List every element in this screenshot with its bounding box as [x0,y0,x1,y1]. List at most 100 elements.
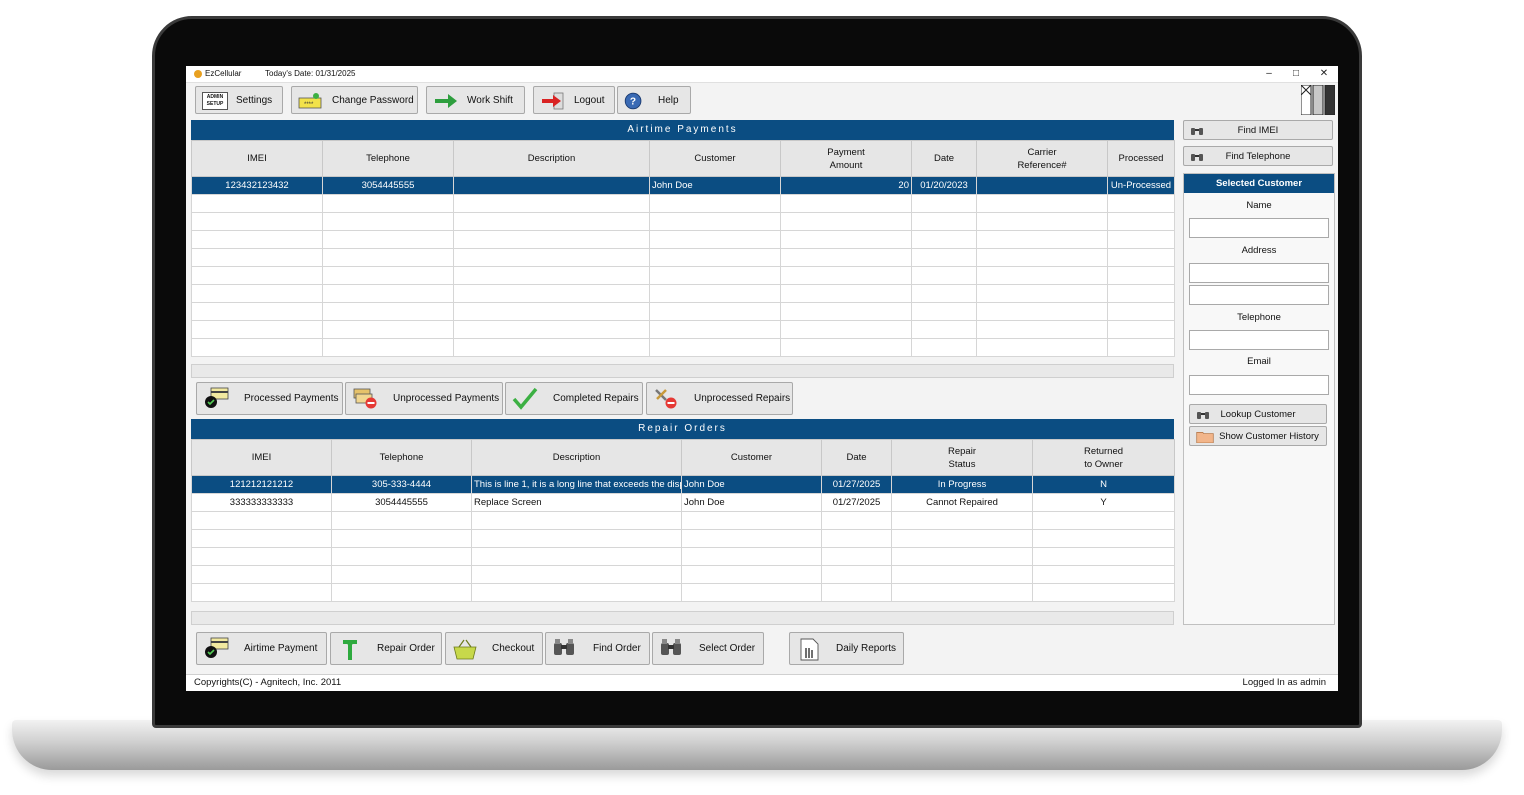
airtime-horizontal-scrollbar[interactable] [191,364,1174,378]
airtime-column-header[interactable]: Telephone [322,140,454,177]
airtime-table-cell [322,248,454,267]
airtime-table-cell [976,194,1108,213]
unprocessed-repairs-button[interactable]: Unprocessed Repairs [646,382,793,415]
find-order-button[interactable]: Find Order [545,632,650,665]
repair-table-cell [1032,529,1175,548]
airtime-table-cell: 01/20/2023 [911,176,977,195]
address-line1-field[interactable] [1189,263,1329,283]
repair-horizontal-scrollbar[interactable] [191,611,1174,625]
repair-table-cell [1032,565,1175,584]
airtime-table-row[interactable] [191,284,1175,303]
airtime-table-row[interactable] [191,302,1175,321]
airtime-table-cell [453,284,650,303]
repair-table-row[interactable] [191,511,1175,530]
airtime-table-cell: Un-Processed [1107,176,1175,195]
airtime-table-row[interactable] [191,212,1175,231]
airtime-table-cell [1107,212,1175,231]
airtime-column-header[interactable]: Description [453,140,650,177]
theme-switch-icon[interactable] [1301,85,1335,115]
repair-table-row[interactable] [191,529,1175,548]
unprocessed-payments-button[interactable]: Unprocessed Payments [345,382,503,415]
find-imei-label: Find IMEI [1237,125,1279,136]
airtime-table-row[interactable] [191,320,1175,339]
shopping-basket-icon [453,639,477,660]
repair-column-header[interactable]: Telephone [331,439,472,476]
airtime-table-cell [780,230,912,249]
logout-button[interactable]: Logout [533,86,615,114]
repair-table-cell: This is line 1, it is a long line that e… [471,475,682,494]
select-order-button[interactable]: Select Order [652,632,764,665]
repair-table-cell [471,529,682,548]
repair-column-header[interactable]: Customer [681,439,822,476]
airtime-table-cell [453,194,650,213]
airtime-table-cell [191,320,323,339]
show-customer-history-button[interactable]: Show Customer History [1189,426,1327,446]
arrow-right-icon [435,94,457,108]
repair-column-header[interactable]: Date [821,439,892,476]
airtime-table-cell [976,248,1108,267]
name-field[interactable] [1189,218,1329,238]
repair-table-cell: 121212121212 [191,475,332,494]
airtime-table-cell [649,284,781,303]
airtime-column-header[interactable]: Carrier Reference# [976,140,1108,177]
airtime-column-header[interactable]: Date [911,140,977,177]
airtime-table-row[interactable] [191,230,1175,249]
airtime-table-cell [191,302,323,321]
work-shift-button[interactable]: Work Shift [426,86,525,114]
airtime-table-row[interactable] [191,338,1175,357]
daily-reports-button[interactable]: Daily Reports [789,632,904,665]
airtime-payment-button[interactable]: Airtime Payment [196,632,327,665]
airtime-table-cell [911,194,977,213]
selected-customer-panel: Selected Customer Name Address Telephone… [1183,173,1335,625]
telephone-field[interactable] [1189,330,1329,350]
settings-button[interactable]: ADMIN SETUP Settings [195,86,283,114]
help-button[interactable]: ? Help [617,86,691,114]
repair-order-button[interactable]: Repair Order [330,632,442,665]
daily-reports-label: Daily Reports [836,643,897,654]
airtime-column-header[interactable]: Processed [1107,140,1175,177]
processed-payments-label: Processed Payments [244,393,339,404]
repair-column-header[interactable]: Repair Status [891,439,1033,476]
repair-table-cell: John Doe [681,493,822,512]
airtime-table-row[interactable]: 123432123432 3054445555 John Doe 20 01/20/20… [191,176,1175,195]
airtime-table-cell [322,212,454,231]
airtime-table-row[interactable] [191,266,1175,285]
repair-table-row[interactable] [191,565,1175,584]
repair-table-row[interactable]: 121212121212 305-333-4444 This is line 1, … [191,475,1175,494]
repair-table-cell [891,547,1033,566]
airtime-table-cell [976,302,1108,321]
repair-orders-header: Repair Orders [191,419,1174,439]
airtime-table-cell [976,266,1108,285]
repair-column-header[interactable]: IMEI [191,439,332,476]
airtime-column-header[interactable]: IMEI [191,140,323,177]
find-telephone-button[interactable]: Find Telephone [1183,146,1333,166]
repair-table-row[interactable]: 333333333333 3054445555 Replace Screen John… [191,493,1175,512]
repair-table-row[interactable] [191,547,1175,566]
airtime-column-header[interactable]: Payment Amount [780,140,912,177]
repair-orders-table: IMEI Telephone Description Customer Date Repa… [191,439,1175,602]
checkout-button[interactable]: Checkout [445,632,543,665]
repair-column-header[interactable]: Description [471,439,682,476]
completed-repairs-button[interactable]: Completed Repairs [505,382,643,415]
email-field[interactable] [1189,375,1329,395]
airtime-table-row[interactable] [191,248,1175,267]
checkmark-icon [512,387,538,410]
airtime-table-cell [911,248,977,267]
address-line2-field[interactable] [1189,285,1329,305]
lookup-customer-button[interactable]: Lookup Customer [1189,404,1327,424]
card-check-icon [205,637,229,658]
airtime-column-header[interactable]: Customer [649,140,781,177]
maximize-button[interactable]: □ [1284,67,1308,81]
minimize-button[interactable]: – [1257,67,1281,81]
change-password-button[interactable]: **** Change Password [291,86,418,114]
close-button[interactable]: ✕ [1312,67,1336,81]
status-bar: Copyrights(C) - Agnitech, Inc. 2011 Logg… [186,674,1338,691]
airtime-table-cell [780,266,912,285]
processed-payments-button[interactable]: Processed Payments [196,382,343,415]
repair-table-row[interactable] [191,583,1175,602]
setup-icon-text: SETUP [206,101,224,107]
airtime-table-row[interactable] [191,194,1175,213]
repair-table-cell: Y [1032,493,1175,512]
find-imei-button[interactable]: Find IMEI [1183,120,1333,140]
repair-column-header[interactable]: Returned to Owner [1032,439,1175,476]
